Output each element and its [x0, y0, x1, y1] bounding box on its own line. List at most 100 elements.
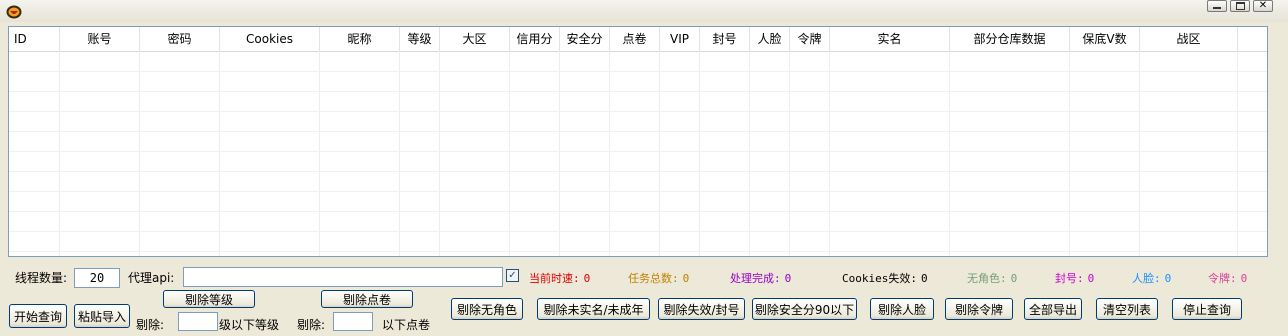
stat-item: 处理完成: 0 [730, 270, 791, 286]
start-query-button[interactable]: 开始查询 [9, 304, 67, 328]
stat-value: 0 [920, 272, 928, 285]
remove-no-role-button[interactable]: 剔除无角色 [451, 298, 523, 320]
remove-points-button[interactable]: 剔除点卷 [321, 290, 413, 308]
stat-item: 封号: 0 [1055, 270, 1094, 286]
remove-face-button[interactable]: 剔除人脸 [870, 298, 934, 320]
grid-column-line [749, 51, 750, 256]
column-header[interactable]: VIP [660, 27, 700, 51]
stat-label: Cookies失效: [842, 272, 917, 285]
stat-value: 0 [1010, 272, 1018, 285]
column-header[interactable]: 实名 [830, 27, 950, 51]
grid-column-line [1139, 51, 1140, 256]
stat-label: 无角色: [967, 272, 1007, 285]
minimize-icon [1213, 7, 1221, 9]
close-button[interactable]: ✕ [1253, 0, 1273, 12]
column-header[interactable]: 信用分 [510, 27, 560, 51]
column-header[interactable]: 密码 [140, 27, 220, 51]
grid-column-line [139, 51, 140, 256]
proxy-label: 代理api: [128, 271, 175, 285]
grid-row-line [9, 171, 1267, 172]
stat-item: Cookies失效: 0 [842, 270, 928, 286]
column-header[interactable]: ID [9, 27, 60, 51]
stat-label: 封号: [1055, 272, 1084, 285]
column-header[interactable]: 大区 [440, 27, 510, 51]
grid-row-line [9, 151, 1267, 152]
grid-column-line [319, 51, 320, 256]
stat-item: 任务总数: 0 [628, 270, 689, 286]
proxy-input[interactable] [183, 267, 503, 287]
close-icon: ✕ [1258, 0, 1268, 11]
grid-row-line [9, 211, 1267, 212]
stop-query-button[interactable]: 停止查询 [1172, 298, 1242, 320]
threads-label: 线程数量: [15, 271, 68, 285]
grid-row-line [9, 231, 1267, 232]
column-header[interactable]: 账号 [60, 27, 140, 51]
stat-value: 0 [1164, 272, 1172, 285]
grid-column-line [1237, 51, 1238, 256]
stat-value: 0 [583, 272, 591, 285]
column-header[interactable]: 保底V数 [1070, 27, 1140, 51]
grid-row-line [9, 251, 1267, 252]
column-header[interactable]: 封号 [700, 27, 750, 51]
column-header[interactable]: 昵称 [320, 27, 400, 51]
grid-column-line [509, 51, 510, 256]
column-header[interactable]: 安全分 [560, 27, 610, 51]
title-bar[interactable]: ✕ [0, 0, 1288, 22]
grid-column-line [399, 51, 400, 256]
grid-column-line [1069, 51, 1070, 256]
column-header[interactable]: 战区 [1140, 27, 1238, 51]
maximize-icon [1235, 2, 1245, 10]
grid-row-line [9, 71, 1267, 72]
minimize-button[interactable] [1207, 0, 1227, 12]
grid-column-line [829, 51, 830, 256]
stat-item: 无角色: 0 [967, 270, 1017, 286]
remove-points-prefix: 剔除: [297, 318, 326, 332]
remove-unverified-button[interactable]: 剔除未实名/未成年 [537, 298, 650, 320]
stat-item: 当前时速: 0 [529, 270, 590, 286]
stat-label: 人脸: [1132, 272, 1161, 285]
grid-column-line [659, 51, 660, 256]
grid-row-line [9, 111, 1267, 112]
grid-column-line [789, 51, 790, 256]
stat-label: 任务总数: [628, 272, 679, 285]
grid-column-line [439, 51, 440, 256]
column-header[interactable]: 等级 [400, 27, 440, 51]
remove-token-button[interactable]: 剔除令牌 [945, 298, 1013, 320]
stat-item: 令牌: 0 [1208, 270, 1247, 286]
grid-column-line [949, 51, 950, 256]
grid-column-line [699, 51, 700, 256]
stat-value: 0 [784, 272, 792, 285]
grid-column-line [559, 51, 560, 256]
grid-column-line [59, 51, 60, 256]
stat-value: 0 [682, 272, 690, 285]
remove-level-prefix: 剔除: [136, 318, 165, 332]
paste-import-button[interactable]: 粘贴导入 [74, 304, 130, 328]
remove-level-button[interactable]: 剔除等级 [163, 290, 255, 308]
check-icon: ✓ [508, 270, 517, 281]
column-header[interactable]: 令牌 [790, 27, 830, 51]
remove-points-input[interactable] [333, 312, 373, 331]
column-header[interactable]: 点卷 [610, 27, 660, 51]
remove-level-input[interactable] [178, 312, 218, 331]
proxy-checkbox[interactable]: ✓ [506, 269, 519, 282]
remove-level-suffix: 级以下等级 [219, 318, 280, 332]
remove-low-security-button[interactable]: 剔除安全分90以下 [752, 298, 857, 320]
threads-input[interactable] [74, 268, 120, 288]
grid-row-line [9, 131, 1267, 132]
column-header[interactable]: Cookies [220, 27, 320, 51]
app-logo-icon [6, 5, 22, 19]
column-header[interactable]: 人脸 [750, 27, 790, 51]
stat-value: 0 [1087, 272, 1095, 285]
stat-label: 当前时速: [529, 272, 580, 285]
grid-row-line [9, 191, 1267, 192]
table-scrollbar-stub [1270, 26, 1280, 52]
table-header: ID 账号 密码 Cookies 昵称 等级 大区 信用分 安全分 点卷 VIP 封号 人脸 令牌 实名 部分… [9, 27, 1267, 52]
column-header[interactable]: 部分仓库数据 [950, 27, 1070, 51]
grid-column-line [219, 51, 220, 256]
accounts-table[interactable]: ID 账号 密码 Cookies 昵称 等级 大区 信用分 安全分 点卷 VIP 封号 人脸 令牌 实名 部分… [8, 26, 1268, 257]
clear-list-button[interactable]: 清空列表 [1096, 298, 1158, 320]
grid-column-line [609, 51, 610, 256]
maximize-button[interactable] [1230, 0, 1250, 12]
export-all-button[interactable]: 全部导出 [1024, 298, 1082, 320]
remove-invalid-banned-button[interactable]: 剔除失效/封号 [658, 298, 745, 320]
